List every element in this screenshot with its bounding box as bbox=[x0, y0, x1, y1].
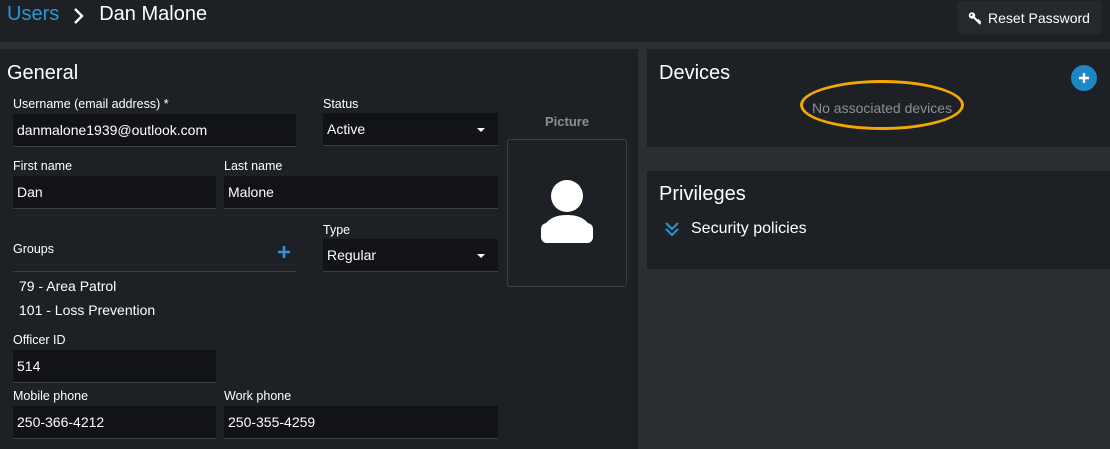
officer-id-field[interactable]: 514 bbox=[13, 350, 216, 383]
add-group-button[interactable] bbox=[278, 242, 290, 263]
chevron-right-icon bbox=[73, 5, 87, 25]
reset-password-button[interactable]: Reset Password bbox=[957, 1, 1101, 34]
type-select[interactable]: Regular bbox=[323, 239, 498, 272]
mobile-phone-value: 250-366-4212 bbox=[17, 414, 105, 430]
first-name-value: Dan bbox=[17, 184, 43, 200]
groups-label: Groups bbox=[13, 242, 54, 256]
privileges-panel: Privileges Security policies bbox=[647, 171, 1110, 269]
breadcrumb: Users Dan Malone bbox=[7, 3, 207, 26]
devices-title: Devices bbox=[659, 62, 731, 84]
privileges-title: Privileges bbox=[659, 183, 746, 205]
officer-id-label: Officer ID bbox=[13, 333, 66, 347]
first-name-label: First name bbox=[13, 159, 73, 173]
type-value: Regular bbox=[327, 247, 377, 263]
group-item[interactable]: 79 - Area Patrol bbox=[19, 278, 116, 294]
status-select[interactable]: Active bbox=[323, 113, 498, 146]
work-phone-label: Work phone bbox=[224, 389, 292, 403]
security-policies-toggle[interactable]: Security policies bbox=[665, 220, 807, 238]
username-value: danmalone1939@outlook.com bbox=[17, 122, 208, 138]
last-name-value: Malone bbox=[228, 184, 274, 200]
picture-label: Picture bbox=[545, 114, 590, 129]
general-panel: General Username (email address) * danma… bbox=[0, 49, 638, 449]
first-name-field[interactable]: Dan bbox=[13, 176, 216, 209]
last-name-field[interactable]: Malone bbox=[224, 176, 498, 209]
user-avatar-icon bbox=[541, 180, 593, 243]
reset-password-label: Reset Password bbox=[988, 9, 1090, 26]
type-label: Type bbox=[323, 223, 351, 237]
username-field[interactable]: danmalone1939@outlook.com bbox=[13, 114, 296, 147]
work-phone-field[interactable]: 250-355-4259 bbox=[224, 406, 498, 439]
devices-panel: Devices No associated devices bbox=[647, 49, 1110, 147]
add-device-button[interactable] bbox=[1071, 65, 1097, 91]
status-value: Active bbox=[327, 121, 366, 137]
key-icon bbox=[968, 11, 982, 25]
plus-icon bbox=[1079, 73, 1089, 83]
caret-down-icon bbox=[477, 128, 485, 132]
page-title: Dan Malone bbox=[99, 3, 208, 25]
group-item[interactable]: 101 - Loss Prevention bbox=[19, 302, 155, 318]
officer-id-value: 514 bbox=[17, 358, 41, 374]
last-name-label: Last name bbox=[224, 159, 283, 173]
plus-icon bbox=[278, 246, 290, 258]
picture-upload[interactable] bbox=[507, 139, 627, 287]
general-title: General bbox=[7, 62, 79, 84]
page-header: Users Dan Malone Reset Password bbox=[0, 0, 1110, 42]
caret-down-icon bbox=[477, 254, 485, 258]
username-label: Username (email address) * bbox=[13, 97, 169, 111]
status-label: Status bbox=[323, 97, 359, 111]
mobile-phone-field[interactable]: 250-366-4212 bbox=[13, 406, 216, 439]
security-policies-label: Security policies bbox=[691, 220, 807, 237]
work-phone-value: 250-355-4259 bbox=[228, 414, 316, 430]
breadcrumb-users-link[interactable]: Users bbox=[7, 3, 59, 26]
mobile-phone-label: Mobile phone bbox=[13, 389, 89, 403]
double-chevron-down-icon bbox=[665, 222, 679, 237]
groups-divider bbox=[13, 271, 296, 272]
highlight-annotation bbox=[800, 80, 964, 130]
